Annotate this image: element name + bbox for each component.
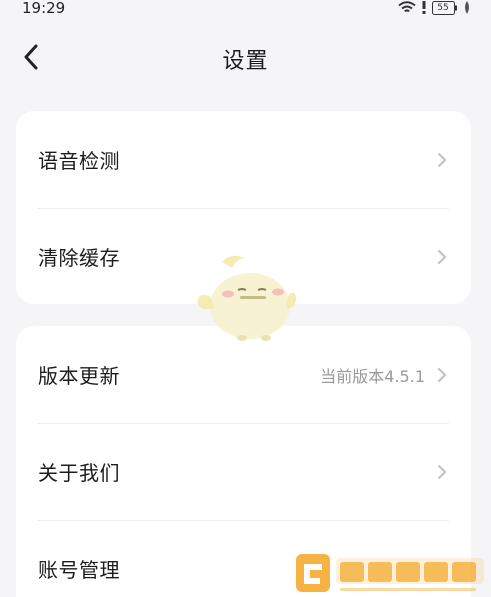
back-button[interactable] — [14, 42, 48, 76]
chevron-right-icon — [437, 152, 447, 168]
chevron-right-icon — [437, 249, 447, 265]
wifi-icon — [398, 1, 416, 14]
battery-icon: 55 — [432, 0, 458, 15]
header: 设置 — [0, 36, 491, 82]
battery-level: 55 — [437, 2, 449, 13]
chevron-left-icon — [23, 44, 39, 74]
status-time: 19:29 — [22, 0, 66, 17]
status-icons: 55 — [398, 0, 471, 15]
alert-icon — [421, 1, 427, 14]
chevron-right-icon — [437, 464, 447, 480]
current-version: 当前版本4.5.1 — [320, 366, 425, 386]
settings-screen: 19:29 55 设置 语音检测 清除缓存 版本更新 当前版本4.5.1 关于我… — [0, 0, 491, 597]
about-us-item[interactable]: 关于我们 — [16, 423, 471, 520]
page-title: 设置 — [222, 49, 269, 74]
status-bar: 19:29 55 — [0, 0, 491, 18]
chevron-right-icon — [437, 367, 447, 383]
voice-detection-item[interactable]: 语音检测 — [16, 111, 471, 208]
mascot-watermark — [192, 252, 300, 344]
item-label: 关于我们 — [38, 461, 120, 485]
site-watermark-logo — [290, 548, 490, 597]
item-label: 版本更新 — [38, 364, 120, 388]
leaf-icon — [463, 1, 471, 14]
item-label: 语音检测 — [38, 149, 120, 173]
